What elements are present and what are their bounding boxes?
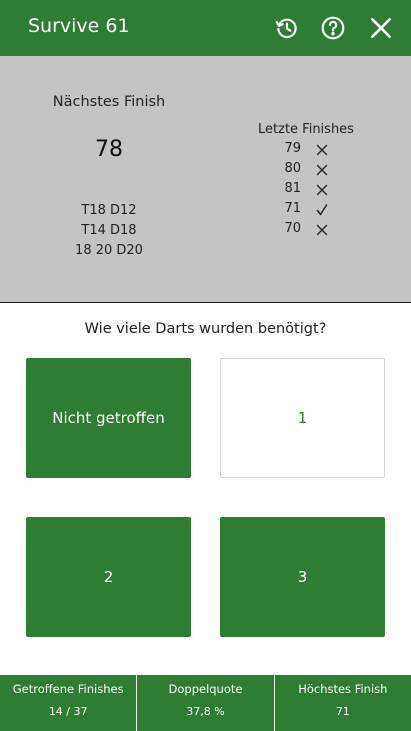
last-finish-row: 81	[270, 180, 340, 200]
two-darts-button[interactable]: 2	[26, 517, 191, 637]
stat-highest-finish: Höchstes Finish 71	[275, 675, 411, 731]
cross-icon	[314, 180, 330, 200]
history-icon[interactable]	[273, 14, 301, 42]
stat-value: 37,8 %	[186, 705, 225, 718]
stat-label: Doppelquote	[168, 682, 243, 696]
missed-button[interactable]: Nicht getroffen	[26, 358, 191, 478]
stat-double-rate: Doppelquote 37,8 %	[137, 675, 275, 731]
close-icon[interactable]	[367, 14, 395, 42]
stats-bar: Getroffene Finishes 14 / 37 Doppelquote …	[0, 675, 411, 731]
three-darts-button[interactable]: 3	[220, 517, 385, 637]
last-finish-row: 70	[270, 220, 340, 240]
checkout-route: 18 20 D20	[75, 243, 143, 258]
finish-info-panel: Nächstes Finish 78 T18 D12 T14 D18 18 20…	[0, 56, 411, 303]
last-finish-value: 79	[284, 141, 301, 156]
cross-icon	[314, 220, 330, 240]
next-finish-label: Nächstes Finish	[52, 94, 166, 110]
next-finish-value: 78	[95, 137, 123, 162]
checkout-route: T14 D18	[81, 223, 137, 238]
stat-value: 71	[335, 705, 350, 718]
help-icon[interactable]	[319, 14, 347, 42]
last-finish-value: 80	[284, 161, 301, 176]
one-dart-button[interactable]: 1	[220, 358, 385, 478]
last-finishes-label: Letzte Finishes	[258, 122, 354, 137]
stat-value: 14 / 37	[48, 705, 88, 718]
check-icon	[314, 200, 330, 220]
stat-hit-finishes: Getroffene Finishes 14 / 37	[0, 675, 138, 731]
last-finish-row: 80	[270, 160, 340, 180]
checkout-route: T18 D12	[81, 203, 137, 218]
last-finish-value: 70	[284, 221, 301, 236]
last-finish-value: 71	[284, 201, 301, 216]
stat-label: Höchstes Finish	[298, 682, 388, 696]
last-finish-row: 79	[270, 140, 340, 160]
last-finish-value: 81	[284, 181, 301, 196]
cross-icon	[314, 140, 330, 160]
app-title: Survive 61	[28, 15, 130, 37]
stat-label: Getroffene Finishes	[12, 682, 124, 696]
app-bar: Survive 61	[0, 0, 411, 56]
darts-needed-question: Wie viele Darts wurden benötigt?	[84, 321, 327, 337]
last-finish-row: 71	[270, 200, 340, 220]
cross-icon	[314, 160, 330, 180]
